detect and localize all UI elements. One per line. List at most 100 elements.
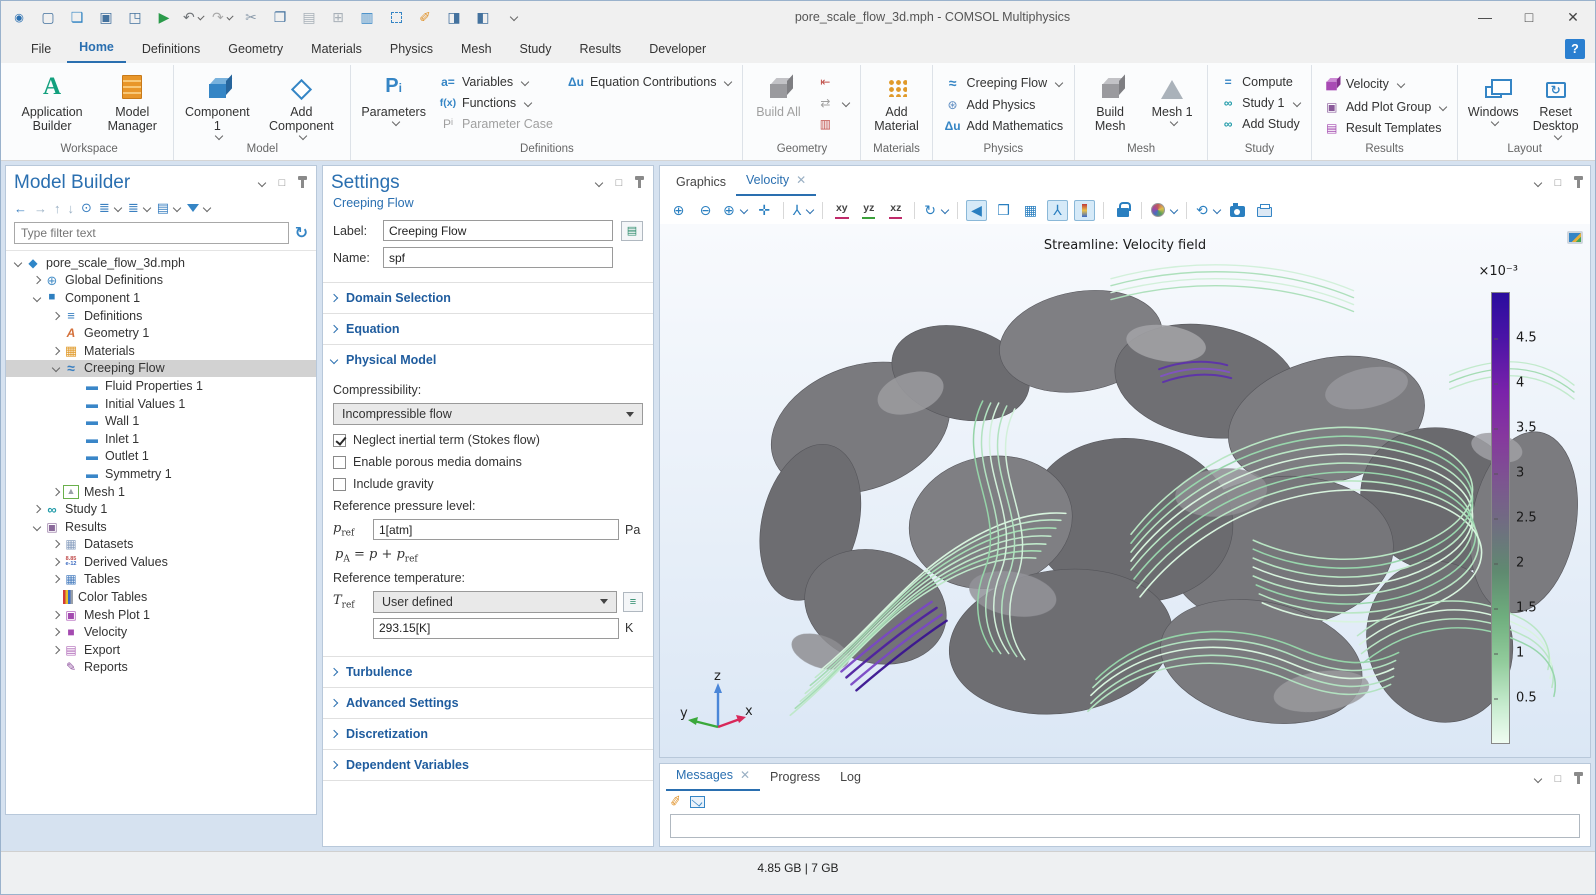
back-icon[interactable]: ←	[14, 201, 27, 216]
model-manager-button[interactable]: Model Manager	[97, 68, 167, 143]
pref-input[interactable]	[373, 519, 619, 540]
view-xy-icon[interactable]: xy	[831, 200, 852, 221]
tree-item-initial-values1[interactable]: Initial Values 1	[6, 395, 316, 413]
insert-sequence-button[interactable]: ⇤	[811, 73, 854, 91]
tree-item-symmetry1[interactable]: Symmetry 1	[6, 465, 316, 483]
result-templates-button[interactable]: ▤Result Templates	[1318, 119, 1451, 137]
pin-icon[interactable]	[1577, 775, 1580, 784]
rotate-icon[interactable]: ↻	[923, 200, 949, 221]
menu-developer[interactable]: Developer	[637, 37, 718, 63]
add-plot-group-button[interactable]: ▣Add Plot Group	[1318, 98, 1451, 116]
color-legend-icon[interactable]	[1074, 200, 1095, 221]
tree-item-geometry1[interactable]: Geometry 1	[6, 324, 316, 342]
message-table-icon[interactable]	[690, 796, 705, 808]
menu-materials[interactable]: Materials	[299, 37, 374, 63]
velocity-plot-selector[interactable]: Velocity	[1318, 73, 1451, 95]
tree-item-fluid-properties1[interactable]: Fluid Properties 1	[6, 377, 316, 395]
porous-media-checkbox[interactable]	[333, 456, 346, 469]
add-component-button[interactable]: Add Component	[258, 68, 344, 143]
menu-study[interactable]: Study	[508, 37, 564, 63]
save-as-icon[interactable]: ◳	[125, 7, 145, 27]
tree-item-tables[interactable]: Tables	[6, 571, 316, 589]
show-icon[interactable]: ⊙	[81, 200, 92, 216]
collapse-all-icon[interactable]: ≣	[99, 200, 121, 216]
float-panel-icon[interactable]: □	[612, 176, 626, 190]
name-input[interactable]	[383, 247, 613, 268]
add-physics-button[interactable]: ⊛Add Physics	[939, 96, 1069, 114]
zoom-box-icon[interactable]: ⊕	[722, 200, 748, 221]
tref-input[interactable]	[373, 618, 619, 639]
tab-graphics[interactable]: Graphics	[666, 169, 736, 196]
clear-messages-icon[interactable]: ✐	[669, 792, 684, 811]
grid-icon[interactable]: ▦	[1020, 200, 1041, 221]
refresh-icon[interactable]: ↻	[295, 223, 308, 243]
section-equation[interactable]: Equation	[323, 313, 653, 344]
label-input[interactable]	[383, 220, 613, 241]
image-effects-icon[interactable]	[1150, 200, 1178, 221]
gravity-checkbox[interactable]	[333, 478, 346, 491]
float-panel-icon[interactable]: □	[1551, 772, 1565, 786]
tree-item-creeping-flow[interactable]: Creeping Flow	[6, 360, 316, 378]
find-icon[interactable]: ◨	[444, 7, 464, 27]
print-icon[interactable]	[1254, 200, 1275, 221]
duplicate-icon[interactable]: ⊞	[328, 7, 348, 27]
pin-icon[interactable]	[1577, 179, 1580, 188]
tree-filter-input[interactable]	[14, 222, 289, 244]
forward-icon[interactable]: →	[34, 201, 47, 216]
section-dependent-variables[interactable]: Dependent Variables	[323, 749, 653, 781]
zoom-out-icon[interactable]: ⊖	[695, 200, 716, 221]
view-yz-icon[interactable]: yz	[858, 200, 879, 221]
rename-note-icon[interactable]: ▤	[621, 221, 643, 241]
windows-button[interactable]: Windows	[1464, 68, 1522, 143]
zoom-extents-icon[interactable]: ✛	[754, 200, 775, 221]
cut-icon[interactable]: ✂	[241, 7, 261, 27]
tree-item-materials[interactable]: Materials	[6, 342, 316, 360]
functions-button[interactable]: f(x)Functions	[434, 94, 558, 112]
float-panel-icon[interactable]: □	[1551, 176, 1565, 190]
delete-icon[interactable]: ▥	[357, 7, 377, 27]
model-tree-node-text-icon[interactable]: ▤	[157, 200, 180, 216]
tree-item-velocity[interactable]: Velocity	[6, 623, 316, 641]
menu-results[interactable]: Results	[568, 37, 634, 63]
add-material-button[interactable]: Add Material	[867, 68, 925, 143]
material-sweep-icon[interactable]: ✐	[415, 7, 435, 27]
update-plot-icon[interactable]: ⟲	[1195, 200, 1221, 221]
application-builder-button[interactable]: A Application Builder	[11, 68, 93, 143]
section-turbulence[interactable]: Turbulence	[323, 656, 653, 687]
tree-item-color-tables[interactable]: Color Tables	[6, 588, 316, 606]
close-icon[interactable]: ✕	[796, 173, 806, 187]
compute-button[interactable]: =Compute	[1214, 73, 1305, 91]
add-mathematics-button[interactable]: ΔuAdd Mathematics	[939, 117, 1069, 135]
expand-all-icon[interactable]: ≣	[128, 200, 150, 216]
tree-item-root[interactable]: pore_scale_flow_3d.mph	[6, 254, 316, 272]
save-icon[interactable]: ▣	[96, 7, 116, 27]
section-discretization[interactable]: Discretization	[323, 718, 653, 749]
porous-media-checkbox-row[interactable]: Enable porous media domains	[333, 455, 643, 469]
tree-item-results[interactable]: Results	[6, 518, 316, 536]
fence-button[interactable]: ▥	[811, 115, 854, 133]
maximize-button[interactable]: □	[1507, 2, 1551, 32]
plot-window-icon[interactable]	[1567, 231, 1583, 244]
tree-item-component1[interactable]: Component 1	[6, 289, 316, 307]
section-advanced-settings[interactable]: Advanced Settings	[323, 687, 653, 718]
menu-home[interactable]: Home	[67, 35, 126, 63]
menu-physics[interactable]: Physics	[378, 37, 445, 63]
tree-item-global-definitions[interactable]: Global Definitions	[6, 272, 316, 290]
tab-log[interactable]: Log	[830, 764, 871, 791]
parameters-button[interactable]: Pi Parameters	[357, 68, 430, 143]
gravity-checkbox-row[interactable]: Include gravity	[333, 477, 643, 491]
add-study-button[interactable]: ∞Add Study	[1214, 115, 1305, 133]
go-to-source-icon[interactable]: ≡	[623, 592, 643, 612]
menu-definitions[interactable]: Definitions	[130, 37, 212, 63]
close-icon[interactable]: ✕	[740, 768, 750, 782]
tree-item-wall1[interactable]: Wall 1	[6, 412, 316, 430]
view-xz-icon[interactable]: xz	[885, 200, 906, 221]
search-icon[interactable]: ◧	[473, 7, 493, 27]
panel-menu-icon[interactable]	[1529, 772, 1543, 786]
tree-item-derived-values[interactable]: Derived Values	[6, 553, 316, 571]
tree-item-mesh-plot1[interactable]: Mesh Plot 1	[6, 606, 316, 624]
component1-button[interactable]: Component 1	[180, 68, 254, 143]
pin-icon[interactable]	[301, 179, 304, 188]
tree-item-reports[interactable]: Reports	[6, 659, 316, 677]
tree-item-inlet1[interactable]: Inlet 1	[6, 430, 316, 448]
